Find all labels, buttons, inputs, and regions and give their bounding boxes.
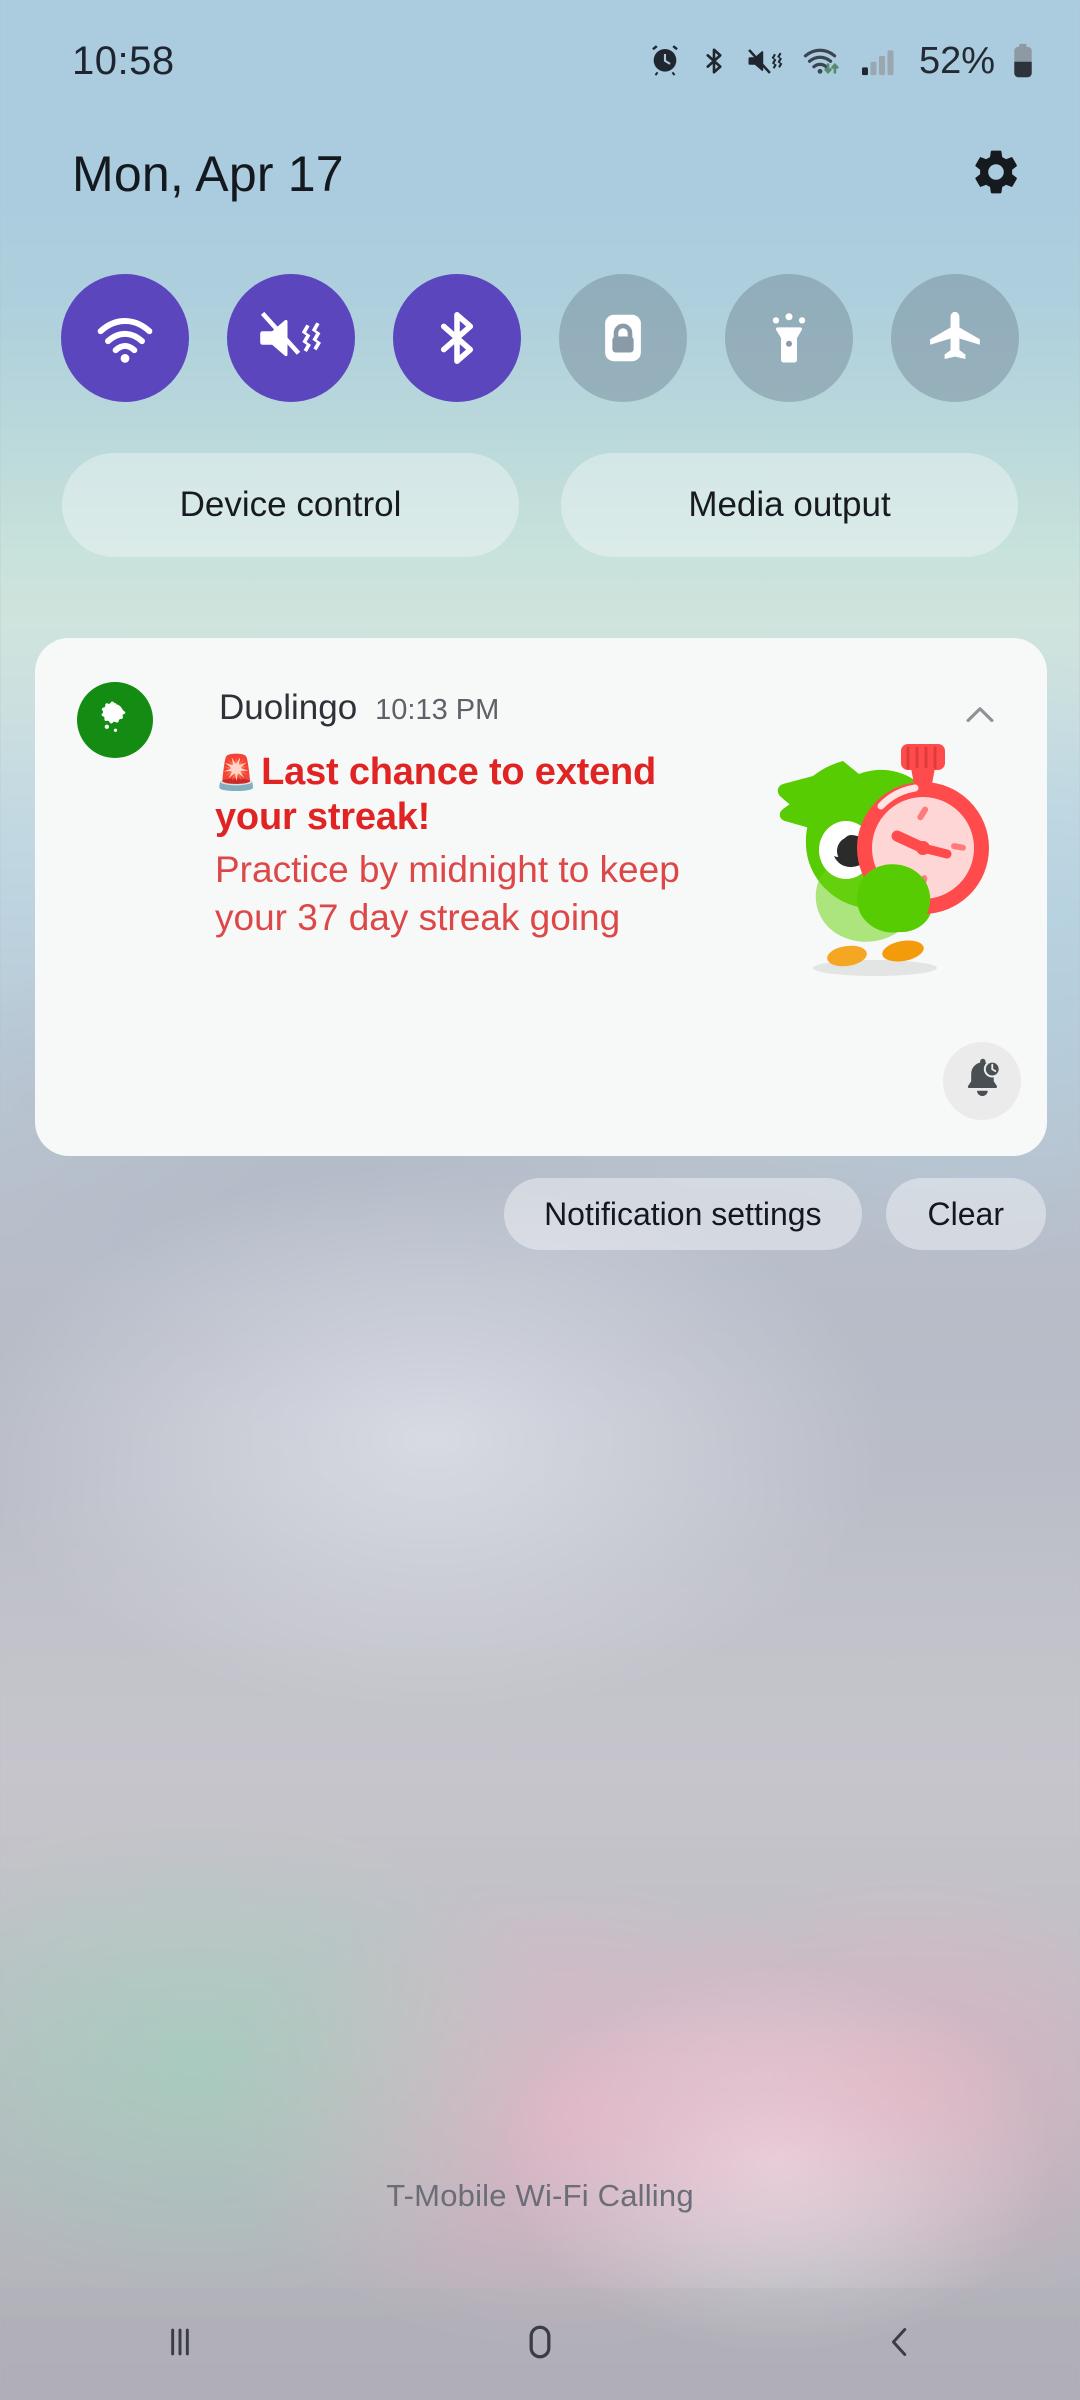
device-control-button[interactable]: Device control: [62, 453, 519, 557]
wifi-icon: [91, 304, 159, 372]
avatar: [77, 682, 153, 758]
notification-action-row: Notification settings Clear: [504, 1178, 1046, 1250]
battery-percent-label: 52%: [918, 39, 995, 82]
battery-icon: [1012, 43, 1034, 79]
navigation-bar: [0, 2288, 1080, 2400]
clear-button[interactable]: Clear: [885, 1178, 1046, 1250]
back-icon: [878, 2320, 922, 2369]
notification-app-name: Duolingo: [219, 688, 358, 727]
notification-message: Practice by midnight to keep your 37 day…: [215, 848, 680, 938]
recents-icon: [158, 2320, 202, 2369]
snooze-button[interactable]: [943, 1042, 1021, 1120]
carrier-label: T-Mobile Wi-Fi Calling: [386, 2178, 694, 2213]
flashlight-icon: [760, 307, 818, 369]
rotation-lock-icon: [594, 309, 652, 367]
settings-button[interactable]: [964, 142, 1028, 206]
notification-card[interactable]: Duolingo 10:13 PM 🚨 Last chance to extend…: [35, 638, 1047, 1156]
home-button[interactable]: [455, 2288, 625, 2400]
home-icon: [517, 2319, 563, 2370]
media-output-button[interactable]: Media output: [561, 453, 1018, 557]
panel-shortcut-row: Device control Media output: [0, 453, 1080, 557]
quick-tile-airplane-mode[interactable]: [891, 274, 1019, 402]
quick-tile-wifi[interactable]: [61, 274, 189, 402]
wifi-icon: [801, 44, 843, 78]
bell-clock-icon: [960, 1057, 1004, 1106]
quick-tile-auto-rotate[interactable]: [559, 274, 687, 402]
notification-body: 🚨 Last chance to extend your streak! Prac…: [215, 750, 725, 942]
mute-vibrate-icon: [256, 307, 326, 369]
notification-header: Duolingo 10:13 PM: [219, 688, 927, 728]
mute-vibrate-icon: [746, 44, 784, 78]
gear-icon: [970, 146, 1022, 203]
airplane-icon: [924, 307, 986, 369]
duolingo-owl-icon: [91, 694, 139, 747]
quick-tile-bluetooth[interactable]: [393, 274, 521, 402]
status-bar: 10:58 52%: [0, 0, 1080, 122]
siren-emoji: 🚨: [215, 754, 258, 792]
quick-settings-row: [0, 274, 1080, 402]
notification-settings-button[interactable]: Notification settings: [504, 1178, 862, 1250]
status-bar-icons: 52%: [648, 40, 1034, 83]
back-button[interactable]: [815, 2288, 985, 2400]
panel-header: Mon, Apr 17: [0, 128, 1080, 220]
quick-tile-flashlight[interactable]: [725, 274, 853, 402]
date-label: Mon, Apr 17: [72, 146, 344, 202]
recents-button[interactable]: [95, 2288, 265, 2400]
notification-title-text: Last chance to extend your streak!: [215, 751, 657, 838]
duo-owl-stopwatch-illustration: [751, 730, 995, 982]
status-bar-clock: 10:58: [72, 38, 175, 83]
notification-timestamp: 10:13 PM: [375, 694, 500, 726]
bluetooth-icon: [428, 303, 486, 373]
notification-title: 🚨 Last chance to extend your streak!: [215, 750, 725, 840]
notification-artwork: [751, 730, 995, 982]
alarm-icon: [648, 44, 682, 78]
bluetooth-icon: [699, 44, 729, 78]
quick-tile-sound-mode[interactable]: [227, 274, 355, 402]
cellular-signal-icon: [860, 44, 898, 78]
